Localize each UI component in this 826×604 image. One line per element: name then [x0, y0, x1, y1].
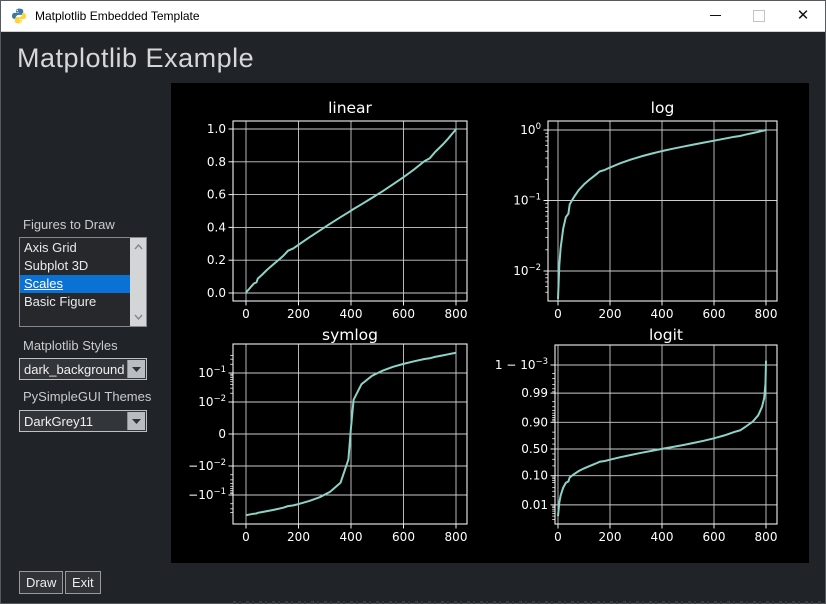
svg-text:600: 600 — [703, 530, 726, 544]
app-window: Matplotlib Embedded Template ✕ Matplotli… — [0, 0, 826, 604]
scroll-down-icon[interactable] — [130, 310, 146, 324]
minimize-button[interactable] — [693, 1, 737, 30]
close-icon: ✕ — [797, 8, 810, 23]
svg-text:600: 600 — [703, 307, 726, 321]
svg-text:10−2: 10−2 — [513, 263, 541, 278]
svg-text:0: 0 — [554, 530, 562, 544]
svg-text:0: 0 — [242, 530, 250, 544]
svg-text:800: 800 — [445, 307, 468, 321]
matplotlib-figure-canvas: 0 200 400 600 800 0.0 0.2 0.4 0.6 0.8 1.0 linear 0 20… — [171, 83, 809, 563]
svg-text:1 − 10−3: 1 − 10−3 — [495, 357, 548, 372]
subplot-logit: 0 200 400 600 800 1 − 10−3 0.99 0.90 0.50 0.10 0.0… — [490, 323, 809, 565]
svg-text:0.2: 0.2 — [207, 253, 226, 267]
svg-text:800: 800 — [755, 530, 778, 544]
styles-combo-dropdown-button[interactable] — [127, 360, 145, 378]
figures-to-draw-label: Figures to Draw — [23, 217, 115, 232]
page-title: Matplotlib Example — [17, 43, 254, 74]
subplot-title-log: log — [651, 99, 675, 117]
subplot-log: 0 200 400 600 800 100 10−1 10−2 log — [490, 83, 809, 323]
themes-combo-value: DarkGrey11 — [24, 414, 93, 429]
svg-text:−10−1: −10−1 — [188, 487, 226, 502]
svg-text:200: 200 — [599, 307, 622, 321]
titlebar[interactable]: Matplotlib Embedded Template ✕ — [1, 1, 825, 32]
svg-text:200: 200 — [599, 530, 622, 544]
pysimplegui-themes-label: PySimpleGUI Themes — [23, 389, 151, 404]
figures-listbox[interactable]: Axis Grid Subplot 3D Scales Basic Figure — [19, 237, 147, 327]
svg-text:0.50: 0.50 — [521, 442, 548, 456]
svg-text:0.01: 0.01 — [521, 498, 548, 512]
svg-text:0.0: 0.0 — [207, 286, 226, 300]
close-button[interactable]: ✕ — [781, 1, 825, 30]
list-item-label: Subplot 3D — [24, 258, 88, 273]
subplot-title-symlog: symlog — [322, 326, 378, 344]
window-title: Matplotlib Embedded Template — [35, 9, 200, 23]
chevron-down-icon — [132, 367, 141, 372]
svg-text:0: 0 — [554, 307, 562, 321]
svg-text:800: 800 — [755, 307, 778, 321]
maximize-button[interactable] — [737, 1, 781, 30]
list-item-scales[interactable]: Scales — [20, 275, 130, 293]
listbox-scrollbar[interactable] — [130, 238, 146, 326]
svg-text:−10−2: −10−2 — [188, 458, 226, 473]
svg-text:10−2: 10−2 — [198, 394, 226, 409]
svg-text:0: 0 — [242, 307, 250, 321]
svg-text:800: 800 — [445, 530, 468, 544]
subplot-title-logit: logit — [649, 326, 683, 344]
svg-text:400: 400 — [340, 530, 363, 544]
scroll-up-icon[interactable] — [130, 240, 146, 254]
svg-text:0: 0 — [218, 427, 226, 441]
draw-button[interactable]: Draw — [19, 571, 63, 594]
list-item-label: Scales — [24, 276, 63, 291]
list-item-label: Axis Grid — [24, 240, 77, 255]
svg-text:600: 600 — [392, 530, 415, 544]
list-item-subplot-3d[interactable]: Subplot 3D — [20, 257, 130, 275]
figures-list-items: Axis Grid Subplot 3D Scales Basic Figure — [20, 239, 130, 311]
svg-text:0.8: 0.8 — [207, 155, 226, 169]
svg-text:0.6: 0.6 — [207, 188, 226, 202]
svg-text:400: 400 — [340, 307, 363, 321]
svg-text:0.4: 0.4 — [207, 220, 226, 234]
svg-text:200: 200 — [287, 307, 310, 321]
svg-text:0.90: 0.90 — [521, 415, 548, 429]
matplotlib-styles-combo[interactable]: dark_background — [19, 358, 147, 380]
exit-button[interactable]: Exit — [65, 571, 101, 594]
svg-text:10−1: 10−1 — [513, 193, 541, 208]
svg-text:1.0: 1.0 — [207, 122, 226, 136]
subplot-title-linear: linear — [328, 99, 372, 117]
svg-text:400: 400 — [651, 307, 674, 321]
chevron-down-icon — [132, 419, 141, 424]
list-item-axis-grid[interactable]: Axis Grid — [20, 239, 130, 257]
svg-text:100: 100 — [520, 122, 541, 137]
svg-text:0.99: 0.99 — [521, 386, 548, 400]
python-logo-icon — [11, 8, 27, 24]
matplotlib-styles-label: Matplotlib Styles — [23, 338, 118, 353]
pysimplegui-themes-combo[interactable]: DarkGrey11 — [19, 410, 147, 432]
svg-text:10−1: 10−1 — [198, 365, 226, 380]
svg-text:600: 600 — [392, 307, 415, 321]
subplot-symlog: 0 200 400 600 800 10−1 10−2 0 −10−2 −10−1 symlog — [171, 323, 490, 565]
list-item-basic-figure[interactable]: Basic Figure — [20, 293, 130, 311]
svg-text:200: 200 — [287, 530, 310, 544]
svg-text:400: 400 — [651, 530, 674, 544]
subplot-linear: 0 200 400 600 800 0.0 0.2 0.4 0.6 0.8 1.0 linear — [171, 83, 490, 323]
styles-combo-value: dark_background — [24, 362, 124, 377]
list-item-label: Basic Figure — [24, 294, 96, 309]
maximize-icon — [753, 10, 765, 22]
svg-text:0.10: 0.10 — [521, 469, 548, 483]
minimize-icon — [710, 15, 721, 16]
themes-combo-dropdown-button[interactable] — [127, 412, 145, 430]
